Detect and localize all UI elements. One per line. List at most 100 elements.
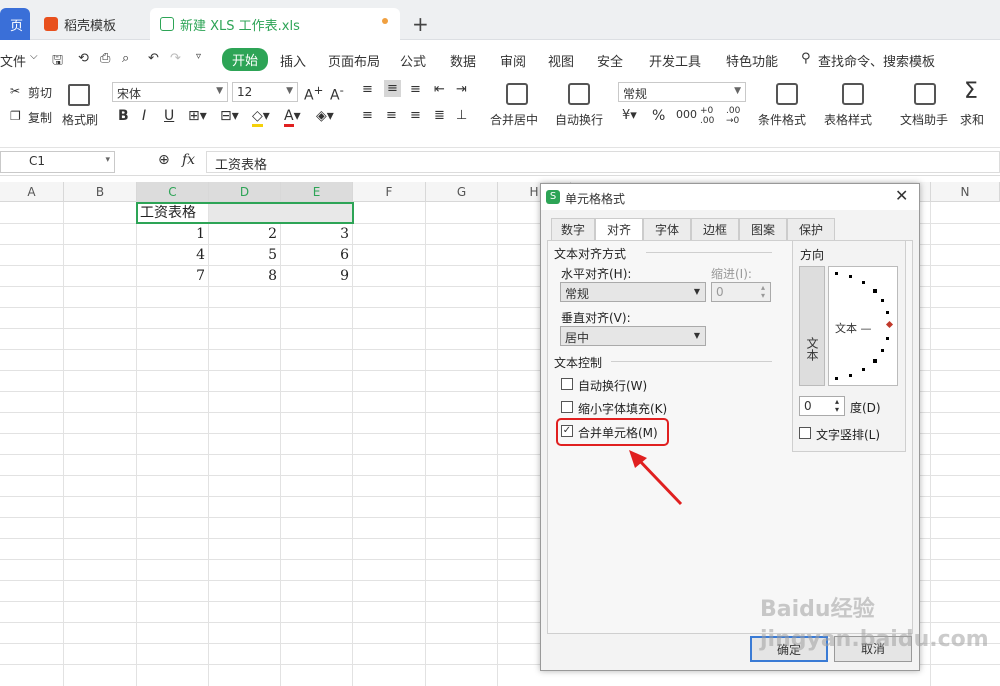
increase-font-icon[interactable]: A+ [304,83,323,104]
column-header[interactable]: G [426,182,498,202]
vertical-layout-checkbox[interactable] [799,427,811,439]
save-icon[interactable]: 🖫 [52,51,63,73]
name-box[interactable]: C1 ▾ [0,151,115,173]
column-header[interactable]: C [137,182,209,202]
menu-insert[interactable]: 插入 [280,51,306,70]
percent-icon[interactable]: % [652,108,665,124]
fill-color-icon[interactable]: ◇▾ [252,108,270,127]
menu-developer[interactable]: 开发工具 [649,51,701,70]
cell[interactable]: 8 [209,266,277,287]
menu-features[interactable]: 特色功能 [726,51,778,70]
cell[interactable]: 9 [281,266,349,287]
zoom-icon[interactable]: ⊕ [158,152,170,168]
tab-number[interactable]: 数字 [551,218,595,240]
menu-data[interactable]: 数据 [450,51,476,70]
align-left-icon[interactable]: ≡ [362,108,373,123]
doc-helper-button[interactable]: 文档助手 [900,111,948,128]
column-header[interactable]: F [353,182,426,202]
cell[interactable]: 1 [137,224,205,245]
tab-font[interactable]: 字体 [643,218,691,240]
cell[interactable]: 7 [137,266,205,287]
column-header[interactable]: D [209,182,281,202]
wrap-text-button[interactable]: 自动换行 [555,111,603,128]
formula-input[interactable]: 工资表格 [206,151,1000,173]
cell[interactable]: 4 [137,245,205,266]
wrap-text-checkbox[interactable] [561,378,573,390]
align-middle-icon[interactable]: ≡ [384,80,401,97]
tab-templates[interactable]: 稻壳模板 [34,8,144,40]
bold-icon[interactable]: B [118,108,129,124]
menu-page-layout[interactable]: 页面布局 [328,51,380,70]
shrink-to-fit-checkbox[interactable] [561,401,573,413]
vertical-text-button[interactable]: 文本 [799,266,825,386]
column-header[interactable]: A [0,182,64,202]
indent-spinner[interactable]: 0 ▴ ▾ [711,282,771,302]
merge-cells-checkbox[interactable]: ✓ [561,425,573,437]
preview-icon[interactable]: ⌕ [122,51,129,66]
align-center-icon[interactable]: ≡ [386,108,397,123]
orientation-dial[interactable]: 文本 — [828,266,898,386]
decrease-decimal-icon[interactable]: .00 →0 [726,106,740,126]
menu-file[interactable]: 文件 [0,51,26,70]
undo-icon[interactable]: ↶ [148,51,159,66]
chevron-down-icon[interactable]: ⌵ [30,51,38,62]
h-align-select[interactable]: 常规 ▼ [560,282,706,302]
format-painter-button[interactable]: 格式刷 [62,111,98,128]
border-icon[interactable]: ⊞▾ [188,108,207,124]
distribute-icon[interactable]: ⊥ [456,108,467,123]
currency-icon[interactable]: ¥▾ [622,108,637,123]
menu-review[interactable]: 审阅 [500,51,526,70]
outdent-icon[interactable]: ⇤ [434,82,445,97]
copy-button[interactable]: 复制 [28,109,52,126]
align-right-icon[interactable]: ≡ [410,108,421,123]
menu-security[interactable]: 安全 [597,51,623,70]
cell[interactable]: 3 [281,224,349,245]
merge-border-icon[interactable]: ⊟▾ [220,108,239,124]
degree-spinner[interactable]: 0 ▴ ▾ [799,396,845,416]
tab-protection[interactable]: 保护 [787,218,835,240]
align-top-icon[interactable]: ≡ [362,82,373,97]
underline-icon[interactable]: U [164,108,174,124]
indent-icon[interactable]: ⇥ [456,82,467,97]
tab-alignment[interactable]: 对齐 [595,218,643,241]
command-search[interactable]: 查找命令、搜索模板 [818,51,935,70]
close-icon[interactable]: ✕ [895,186,908,205]
print-icon[interactable]: ⎙ [100,51,110,66]
new-tab-button[interactable]: + [412,12,429,36]
tab-border[interactable]: 边框 [691,218,739,240]
align-bottom-icon[interactable]: ≡ [410,82,421,97]
cell-c1[interactable]: 工资表格 [140,203,196,224]
thousands-icon[interactable]: 000 [676,108,697,121]
clear-icon[interactable]: ◈▾ [316,108,334,124]
more-icon[interactable]: ▿ [196,51,201,62]
cut-button[interactable]: 剪切 [28,84,52,101]
sum-button[interactable]: 求和 [960,111,984,128]
font-family-select[interactable]: 宋体 ▼ [112,82,228,102]
column-header[interactable]: N [931,182,1000,202]
cell[interactable]: 2 [209,224,277,245]
increase-decimal-icon[interactable]: +0.00 [700,106,714,126]
merge-center-button[interactable]: 合并居中 [490,111,538,128]
menu-view[interactable]: 视图 [548,51,574,70]
table-style-button[interactable]: 表格样式 [824,111,872,128]
font-size-select[interactable]: 12 ▼ [232,82,298,102]
conditional-format-button[interactable]: 条件格式 [758,111,806,128]
number-format-select[interactable]: 常规 ▼ [618,82,746,102]
column-header[interactable]: E [281,182,353,202]
font-color-icon[interactable]: A▾ [284,108,301,127]
tab-home[interactable]: 页 [0,8,30,40]
fx-button[interactable]: fx [182,152,195,168]
decrease-font-icon[interactable]: A- [330,83,344,104]
tab-pattern[interactable]: 图案 [739,218,787,240]
v-align-select[interactable]: 居中 ▼ [560,326,706,346]
cell[interactable]: 6 [281,245,349,266]
orientation-handle[interactable] [885,320,894,329]
menu-formulas[interactable]: 公式 [400,51,426,70]
redo-icon[interactable]: ↷ [170,51,181,66]
sync-icon[interactable]: ⟲ [78,51,89,66]
tab-workbook[interactable]: 新建 XLS 工作表.xls [150,8,400,40]
column-header[interactable]: B [64,182,137,202]
menu-home[interactable]: 开始 [222,48,269,71]
italic-icon[interactable]: I [142,108,146,124]
justify-icon[interactable]: ≣ [434,108,445,123]
